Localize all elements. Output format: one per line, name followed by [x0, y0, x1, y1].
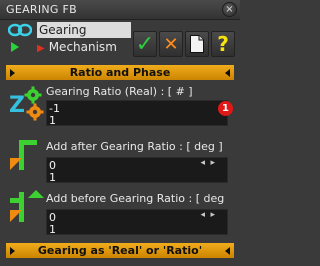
svg-text:Z: Z [9, 93, 25, 118]
collapse-left-icon [10, 69, 15, 77]
help-button[interactable]: ? [211, 31, 235, 57]
add-before-step: 1 [49, 223, 56, 236]
collapse-right-icon [225, 69, 230, 77]
add-before-field[interactable]: 0 1 ◂ ▸ [46, 209, 228, 236]
section-gearing-mode[interactable]: Gearing as 'Real' or 'Ratio' [6, 243, 234, 258]
error-badge: 1 [218, 101, 233, 116]
add-before-icon [10, 190, 44, 222]
play-triangle-icon [11, 42, 19, 52]
collapse-left-icon-2 [10, 247, 15, 255]
tree-item-gearing[interactable]: Gearing [37, 22, 131, 38]
add-before-label: Add before Gearing Ratio : [ deg [46, 192, 225, 205]
gearing-ratio-label: Gearing Ratio (Real) : [ # ] [46, 85, 193, 98]
tree-item-mechanism[interactable]: ▶ Mechanism [37, 39, 131, 55]
check-icon: ✓ [135, 31, 155, 57]
confirm-button[interactable]: ✓ [133, 31, 157, 57]
spinner-up-icon[interactable]: ◂ [200, 158, 205, 168]
tree-arrow-icon: ▶ [37, 43, 45, 54]
add-after-step: 1 [49, 171, 56, 184]
gears-icon: Z [9, 86, 44, 121]
chain-link-icon [8, 23, 32, 37]
title-bar: GEARING FB × [0, 0, 240, 20]
question-icon: ? [217, 32, 229, 56]
x-icon: ✕ [163, 33, 179, 55]
close-button[interactable]: × [222, 2, 237, 17]
gearing-ratio-step: 1 [49, 114, 56, 127]
tree-item-mechanism-label: Mechanism [48, 40, 117, 54]
add-after-icon [10, 140, 37, 170]
section-gearing-mode-label: Gearing as 'Real' or 'Ratio' [37, 244, 203, 257]
spinner-right-icon-2[interactable]: ▸ [210, 210, 215, 220]
gearing-ratio-field[interactable]: -1 1 [46, 100, 228, 127]
document-icon [190, 35, 204, 53]
section-ratio-and-phase[interactable]: Ratio and Phase [6, 65, 234, 80]
section-ratio-and-phase-label: Ratio and Phase [69, 66, 171, 79]
collapse-right-icon-2 [225, 247, 230, 255]
add-after-field[interactable]: 0 1 ◂ ▸ [46, 157, 228, 184]
window-title: GEARING FB [6, 3, 78, 16]
cancel-button[interactable]: ✕ [159, 31, 183, 57]
spinner-right-icon[interactable]: ▸ [210, 158, 215, 168]
add-after-label: Add after Gearing Ratio : [ deg ] [46, 140, 223, 153]
document-button[interactable] [185, 31, 209, 57]
spinner-left-icon-2[interactable]: ◂ [200, 210, 205, 220]
